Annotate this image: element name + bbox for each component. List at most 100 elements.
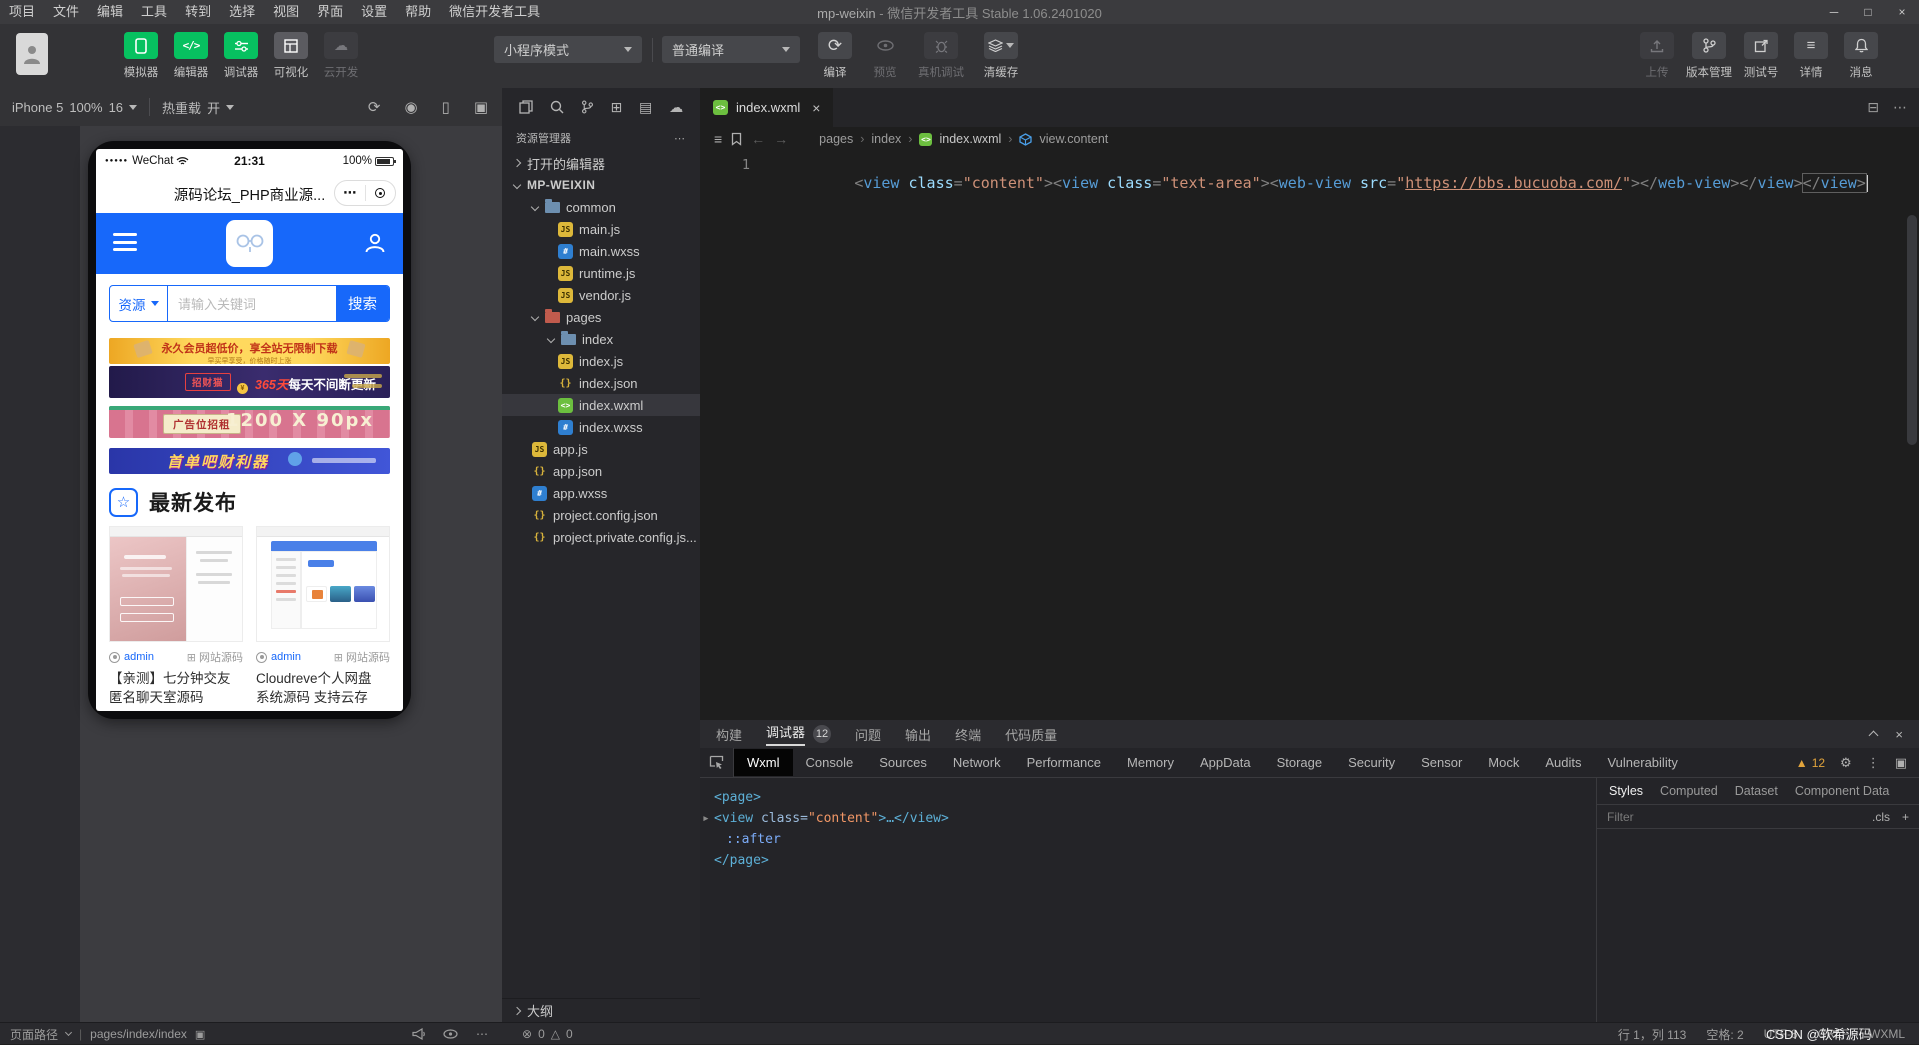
post-card[interactable]: admin ⊞ 网站源码 Cloudreve个人网盘系统源码 支持云存	[256, 526, 390, 707]
menu-project[interactable]: 项目	[0, 0, 44, 24]
menu-select[interactable]: 选择	[220, 0, 264, 24]
wxml-node-page-close[interactable]: </page>	[714, 850, 1596, 871]
post-title[interactable]: Cloudreve个人网盘系统源码 支持云存	[256, 669, 390, 707]
close-panel-icon[interactable]: ×	[1895, 727, 1903, 742]
outline-list-icon[interactable]: ≡	[714, 131, 722, 147]
more-actions-icon[interactable]: ⋯	[674, 132, 686, 145]
code-editor[interactable]: 1 <view class="content"><view class="tex…	[700, 151, 1919, 720]
outline-section[interactable]: 大纲	[502, 998, 700, 1022]
menu-interface[interactable]: 界面	[308, 0, 352, 24]
tree-item-index-json[interactable]: {}index.json	[502, 372, 700, 394]
maximize-button[interactable]: □	[1851, 0, 1885, 24]
menu-help[interactable]: 帮助	[396, 0, 440, 24]
devtools-tab-performance[interactable]: Performance	[1014, 749, 1114, 776]
exit-target-icon[interactable]	[366, 188, 396, 198]
search-button[interactable]: 搜索	[336, 286, 389, 321]
rotate-device-icon[interactable]: ▯	[442, 98, 450, 116]
more-actions-icon[interactable]: ⋯	[476, 1027, 488, 1041]
tree-open-editors[interactable]: 打开的编辑器	[502, 152, 700, 174]
scrollbar-thumb[interactable]	[1907, 215, 1917, 445]
devtools-tab-audits[interactable]: Audits	[1532, 749, 1594, 776]
crumb-index[interactable]: index	[871, 132, 901, 146]
menu-tools[interactable]: 工具	[132, 0, 176, 24]
ad-banner-rent[interactable]: 广告位招租 1200 X 90px	[109, 406, 390, 438]
tab-dataset[interactable]: Dataset	[1735, 784, 1778, 798]
more-actions-icon[interactable]: ⋯	[1893, 99, 1907, 116]
tree-item-index-wxss[interactable]: #index.wxss	[502, 416, 700, 438]
ad-banner-365[interactable]: 招财猫 ¥ 365天每天不间断更新	[109, 366, 390, 398]
pages-icon[interactable]	[519, 100, 533, 114]
code-url-link[interactable]: https://bbs.bucuoba.com/	[1405, 174, 1622, 192]
tree-root[interactable]: MP-WEIXIN	[502, 174, 700, 196]
minimize-button[interactable]: ─	[1817, 0, 1851, 24]
wechat-capsule[interactable]: ⋯	[334, 180, 396, 206]
device-select[interactable]: iPhone 5 100% 16	[0, 100, 149, 115]
tree-item-main-wxss[interactable]: #main.wxss	[502, 240, 700, 262]
devtools-tab-security[interactable]: Security	[1335, 749, 1408, 776]
record-icon[interactable]: ◉	[404, 98, 417, 116]
warnings-count[interactable]: 0	[566, 1027, 573, 1041]
clear-cache-button[interactable]: 清缓存	[972, 32, 1030, 80]
close-button[interactable]: ×	[1885, 0, 1919, 24]
multi-window-icon[interactable]: ▣	[474, 98, 488, 116]
announcement-icon[interactable]	[412, 1028, 425, 1040]
devtools-tab-sensor[interactable]: Sensor	[1408, 749, 1475, 776]
dock-side-icon[interactable]: ▣	[1895, 755, 1907, 771]
devtools-tab-sources[interactable]: Sources	[866, 749, 940, 776]
devtools-tab-memory[interactable]: Memory	[1114, 749, 1187, 776]
tree-item-main-js[interactable]: JSmain.js	[502, 218, 700, 240]
tab-computed[interactable]: Computed	[1660, 784, 1718, 798]
crumb-pages[interactable]: pages	[819, 132, 853, 146]
tree-item-pages[interactable]: pages	[502, 306, 700, 328]
split-editor-icon[interactable]: ⊟	[1867, 99, 1879, 116]
version-control-button[interactable]: 版本管理	[1682, 32, 1736, 80]
warning-count[interactable]: ▲12	[1796, 756, 1825, 770]
devtools-tab-console[interactable]: Console	[793, 749, 867, 776]
refresh-icon[interactable]: ⟳	[368, 98, 381, 116]
tree-item-project-private-config[interactable]: {}project.private.config.js...	[502, 526, 700, 548]
indentation[interactable]: 空格: 2	[1706, 1026, 1743, 1043]
editor-toggle-button[interactable]: </> 编辑器	[166, 32, 216, 80]
messages-button[interactable]: 消息	[1836, 32, 1886, 80]
devtools-tab-appdata[interactable]: AppData	[1187, 749, 1264, 776]
debugger-toggle-button[interactable]: 调试器	[216, 32, 266, 80]
visualize-toggle-button[interactable]: 可视化	[266, 32, 316, 80]
tree-item-index-js[interactable]: JSindex.js	[502, 350, 700, 372]
docker-icon[interactable]: ☁	[669, 99, 683, 116]
close-tab-icon[interactable]: ×	[812, 100, 820, 116]
menu-goto[interactable]: 转到	[176, 0, 220, 24]
tree-item-vendor-js[interactable]: JSvendor.js	[502, 284, 700, 306]
tab-component-data[interactable]: Component Data	[1795, 784, 1890, 798]
tab-build[interactable]: 构建	[716, 725, 742, 744]
search-input[interactable]: 请输入关键词	[168, 286, 336, 321]
wxml-tree-pane[interactable]: <page> ▸<view class="content">…</view> :…	[700, 778, 1596, 1022]
tab-issues[interactable]: 问题	[855, 725, 881, 744]
hot-reload-toggle[interactable]: 热重载 开	[150, 98, 246, 117]
simulator-toggle-button[interactable]: 模拟器	[116, 32, 166, 80]
user-avatar[interactable]	[16, 33, 48, 75]
tab-code-quality[interactable]: 代码质量	[1005, 725, 1057, 744]
hamburger-menu-icon[interactable]	[113, 233, 137, 256]
inspect-element-icon[interactable]	[700, 748, 734, 778]
devtools-tab-network[interactable]: Network	[940, 749, 1014, 776]
devtools-tab-wxml[interactable]: Wxml	[734, 749, 793, 776]
tree-item-project-config[interactable]: {}project.config.json	[502, 504, 700, 526]
extensions-icon[interactable]: ⊞	[610, 99, 622, 116]
author-name[interactable]: admin	[271, 651, 301, 663]
forward-icon[interactable]: →	[774, 131, 788, 147]
wxml-node-page-open[interactable]: <page>	[714, 787, 1596, 808]
search-category-select[interactable]: 资源	[110, 286, 168, 321]
collapse-panel-icon[interactable]	[1869, 731, 1879, 741]
cls-button[interactable]: .cls	[1872, 810, 1890, 824]
tree-item-common[interactable]: common	[502, 196, 700, 218]
copy-path-icon[interactable]: ▣	[195, 1028, 205, 1041]
git-branch-icon[interactable]	[581, 100, 594, 114]
menu-devtools[interactable]: 微信开发者工具	[440, 0, 549, 24]
tree-item-index-folder[interactable]: index	[502, 328, 700, 350]
post-card[interactable]: admin ⊞ 网站源码 【亲测】七分钟交友匿名聊天室源码	[109, 526, 243, 707]
user-profile-icon[interactable]	[363, 231, 387, 255]
tree-item-index-wxml[interactable]: <>index.wxml	[502, 394, 700, 416]
language-mode[interactable]: WXML	[1869, 1027, 1905, 1041]
menu-edit[interactable]: 编辑	[88, 0, 132, 24]
menu-settings[interactable]: 设置	[352, 0, 396, 24]
